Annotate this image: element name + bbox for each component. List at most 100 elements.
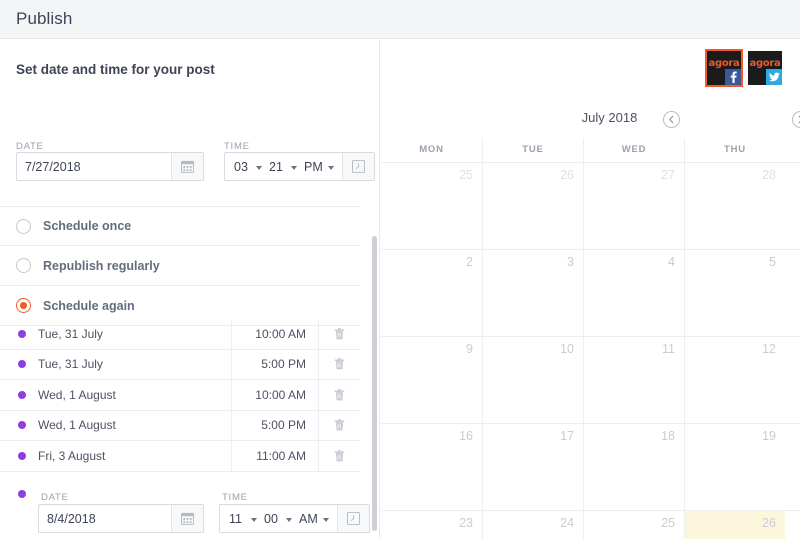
calendar-day-cell[interactable]: 9 [381,337,482,423]
new-entry-hour-select[interactable]: 11 [228,512,261,526]
main-minute-select[interactable]: 21 [268,160,301,174]
twitter-glyph-icon [768,72,780,82]
calendar-day-number: 23 [459,516,473,530]
calendar-day-number: 25 [459,168,473,182]
main-time-selects: 03 21 PM [225,153,342,180]
clock-icon-button[interactable] [336,505,369,532]
schedule-entry-row[interactable]: Tue, 31 July 5:00 PM [0,349,360,380]
entry-delete-button[interactable] [318,349,360,379]
twitter-icon [766,69,782,85]
calendar-day-number: 18 [661,429,675,443]
option-schedule-once[interactable]: Schedule once [0,206,360,246]
new-entry-hour-value: 11 [229,511,242,526]
weekday-header-cell: TUE [482,138,583,162]
entry-dot-icon [18,360,26,369]
calendar-day-cell[interactable]: 11 [583,337,684,423]
calendar-day-cell[interactable]: 12 [684,337,785,423]
date-label-text: DATE [16,141,44,152]
calendar-day-cell[interactable]: 18 [583,424,684,510]
new-entry-date-label: DATE [41,487,69,505]
calendar-day-cell[interactable]: 27 [583,163,684,249]
calendar-day-cell[interactable]: 28 [684,163,785,249]
social-accounts-list: agora agora [705,49,782,87]
new-entry-minute-select[interactable]: 00 [263,512,296,526]
clock-icon [346,512,360,525]
calendar-day-number: 9 [466,342,473,356]
facebook-glyph-icon [730,71,737,83]
entry-delete-button[interactable] [318,441,360,471]
calendar-day-cell-today[interactable]: 26 [684,511,785,539]
calendar-panel: agora agora July 2018 MON TUE WED THU 25… [381,40,800,539]
new-entry-time-label: TIME [222,487,248,505]
calendar-day-cell[interactable]: 24 [482,511,583,539]
option-republish-regularly[interactable]: Republish regularly [0,246,360,286]
calendar-day-cell[interactable]: 3 [482,250,583,336]
main-meridiem-select[interactable]: PM [303,160,338,174]
entry-date: Wed, 1 August [38,387,116,402]
schedule-entry-row[interactable]: Wed, 1 August 5:00 PM [0,410,360,441]
publish-scheduler-window: Publish Set date and time for your post … [0,0,800,539]
calendar-day-cell[interactable]: 16 [381,424,482,510]
entry-dot-icon [18,451,26,460]
calendar-week-row: 16 17 18 19 [381,424,800,511]
entry-dot-icon [18,390,26,399]
calendar-day-number: 26 [560,168,574,182]
calendar-icon-button[interactable] [171,505,203,532]
calendar-grid: 25 26 27 28 2 3 4 5 9 10 11 12 16 17 18 [381,163,800,539]
schedule-entry-row[interactable]: Fri, 3 August 11:00 AM [0,441,360,472]
radio-republish-regularly[interactable] [16,258,31,273]
main-time-field[interactable]: 03 21 PM [224,152,375,181]
new-entry-date-input[interactable] [39,505,171,532]
radio-schedule-again[interactable] [16,298,31,313]
clock-icon-button[interactable] [341,153,374,180]
left-panel-scrollbar[interactable] [371,40,379,539]
calendar-day-cell[interactable]: 10 [482,337,583,423]
calendar-day-number: 5 [769,255,776,269]
calendar-day-cell[interactable]: 25 [583,511,684,539]
calendar-week-row: 9 10 11 12 [381,337,800,424]
trash-icon [334,419,345,431]
main-date-input[interactable] [17,153,171,180]
calendar-day-number: 2 [466,255,473,269]
main-date-field[interactable] [16,152,204,181]
calendar-week-row: 25 26 27 28 [381,163,800,250]
entry-dot-icon [18,329,26,338]
calendar-icon-button[interactable] [171,153,203,180]
calendar-day-cell[interactable]: 25 [381,163,482,249]
calendar-day-cell[interactable]: 17 [482,424,583,510]
entry-delete-button[interactable] [318,410,360,440]
calendar-day-cell[interactable]: 2 [381,250,482,336]
new-entry-time-field[interactable]: 11 00 AM [219,504,370,533]
date-label-text: DATE [41,492,69,503]
new-entry-date-field[interactable] [38,504,204,533]
calendar-day-cell[interactable]: 23 [381,511,482,539]
account-twitter[interactable]: agora [748,51,782,85]
entry-date: Tue, 31 July [38,326,103,341]
chevron-down-icon [291,165,297,170]
entry-delete-button[interactable] [318,319,360,349]
left-panel-scrollbar-thumb[interactable] [372,236,377,531]
calendar-day-cell[interactable]: 5 [684,250,785,336]
main-hour-value: 03 [234,159,248,174]
radio-schedule-once[interactable] [16,218,31,234]
calendar-day-cell[interactable]: 4 [583,250,684,336]
chevron-down-icon [286,517,292,522]
schedule-entry-row[interactable]: Tue, 31 July 10:00 AM [0,319,360,350]
entry-date: Wed, 1 August [38,418,116,433]
calendar-day-cell[interactable]: 26 [482,163,583,249]
schedule-settings-panel: Set date and time for your post DATE 7/2… [0,40,380,539]
new-entry-meridiem-select[interactable]: AM [298,512,333,526]
calendar-day-cell[interactable]: 19 [684,424,785,510]
calendar-navigation: July 2018 [381,106,800,138]
schedule-entry-row[interactable]: Wed, 1 August 10:00 AM [0,380,360,411]
window-header: Publish [0,0,800,39]
main-hour-select[interactable]: 03 [233,160,266,174]
calendar-icon [181,160,194,173]
new-entry-minute-value: 00 [264,511,278,526]
account-facebook[interactable]: agora [705,49,743,87]
section-title: Set date and time for your post [16,62,215,77]
main-meridiem-value: PM [304,159,323,174]
entry-delete-button[interactable] [318,380,360,410]
calendar-next-month-button[interactable] [792,111,800,128]
entry-date: Tue, 31 July [38,357,103,372]
